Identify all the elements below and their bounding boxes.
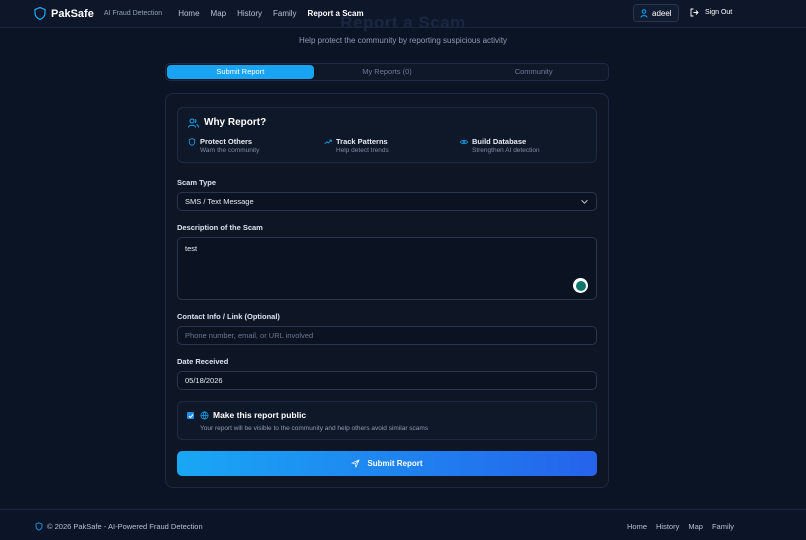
- benefit-protect-others: Protect Others Warn the community: [188, 137, 259, 154]
- benefit-subtitle: Warn the community: [200, 147, 260, 154]
- benefit-title: Protect Others: [200, 137, 253, 146]
- page-subtitle: Help protect the community by reporting …: [298, 36, 508, 45]
- benefit-title: Build Database: [472, 137, 527, 146]
- submit-report-button[interactable]: Submit Report: [177, 451, 597, 476]
- submit-report-label: Submit Report: [367, 459, 423, 468]
- shield-icon: [35, 522, 43, 531]
- public-report-heading: Make this report public: [200, 410, 306, 420]
- tab-community[interactable]: Community: [460, 65, 607, 79]
- contact-input[interactable]: Phone number, email, or URL involved: [177, 326, 597, 345]
- description-value: test: [185, 244, 198, 253]
- tab-my-reports[interactable]: My Reports (0): [314, 65, 461, 79]
- description-label: Description of the Scam: [177, 223, 263, 232]
- page-title: Report a Scam: [340, 13, 466, 32]
- scam-type-label: Scam Type: [177, 178, 217, 187]
- chevron-down-icon: [581, 199, 588, 204]
- benefit-subtitle: Help detect trends: [336, 147, 389, 154]
- benefit-track-patterns: Track Patterns Help detect trends: [324, 137, 389, 154]
- scam-type-value: SMS / Text Message: [185, 197, 254, 206]
- public-report-option: Make this report public Your report will…: [177, 401, 597, 440]
- why-report-heading: Why Report?: [188, 117, 266, 128]
- footer-brand: © 2026 PakSafe - AI-Powered Fraud Detect…: [35, 522, 203, 531]
- footer-link-map[interactable]: Map: [688, 522, 703, 531]
- footer: © 2026 PakSafe - AI-Powered Fraud Detect…: [0, 509, 806, 540]
- benefit-build-database: Build Database Strengthen AI detection: [460, 137, 540, 154]
- footer-link-home[interactable]: Home: [627, 522, 647, 531]
- globe-icon: [200, 411, 209, 420]
- date-received-input[interactable]: 05/18/2026: [177, 371, 597, 390]
- contact-label: Contact Info / Link (Optional): [177, 312, 280, 321]
- date-value: 05/18/2026: [185, 376, 223, 385]
- date-received-label: Date Received: [177, 357, 229, 366]
- footer-link-history[interactable]: History: [656, 522, 679, 531]
- scam-type-select[interactable]: SMS / Text Message: [177, 192, 597, 211]
- footer-links: Home History Map Family: [627, 522, 734, 531]
- why-report-title: Why Report?: [204, 117, 267, 128]
- public-report-label: Make this report public: [213, 410, 307, 420]
- tab-submit-report[interactable]: Submit Report: [167, 65, 314, 79]
- users-icon: [188, 118, 199, 128]
- report-form-card: Why Report? Protect Others Warn the comm…: [165, 93, 609, 488]
- why-report-panel: Why Report? Protect Others Warn the comm…: [177, 107, 597, 163]
- public-report-note: Your report will be visible to the commu…: [200, 425, 429, 432]
- description-textarea[interactable]: test: [177, 237, 597, 300]
- report-tabs: Submit Report My Reports (0) Community: [165, 63, 609, 81]
- contact-placeholder: Phone number, email, or URL involved: [185, 331, 314, 340]
- footer-copyright: © 2026 PakSafe - AI-Powered Fraud Detect…: [47, 522, 203, 531]
- footer-link-family[interactable]: Family: [712, 522, 734, 531]
- benefit-subtitle: Strengthen AI detection: [472, 147, 540, 154]
- benefit-title: Track Patterns: [336, 137, 388, 146]
- send-icon: [351, 459, 360, 468]
- shield-icon: [188, 137, 196, 146]
- public-report-checkbox[interactable]: [187, 412, 194, 419]
- check-icon: [188, 413, 193, 418]
- chat-widget-icon[interactable]: [573, 278, 588, 293]
- trending-up-icon: [324, 139, 332, 144]
- eye-icon: [460, 139, 468, 144]
